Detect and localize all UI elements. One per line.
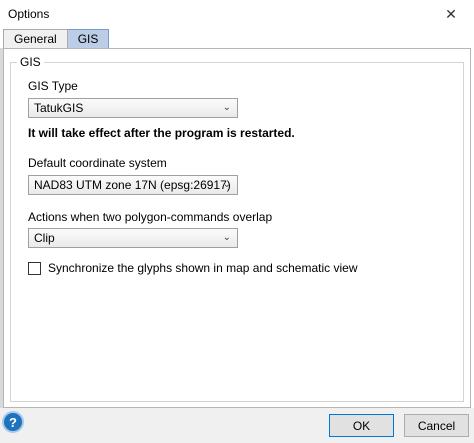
help-button[interactable]: ? — [2, 411, 24, 433]
groupbox-legend: GIS — [17, 55, 44, 69]
cancel-button[interactable]: Cancel — [404, 414, 469, 437]
sync-glyphs-checkbox[interactable] — [28, 261, 41, 275]
tab-strip: General GIS — [3, 29, 110, 49]
coordinate-system-select[interactable]: NAD83 UTM zone 17N (epsg:26917) ⌄ — [28, 175, 238, 195]
chevron-down-icon: ⌄ — [222, 232, 231, 243]
gis-type-select[interactable]: TatukGIS ⌄ — [28, 98, 238, 118]
overlap-action-select[interactable]: Clip ⌄ — [28, 228, 238, 248]
gis-groupbox: GIS GIS Type TatukGIS ⌄ It will take eff… — [10, 55, 464, 402]
tab-panel-gis: GIS GIS Type TatukGIS ⌄ It will take eff… — [3, 48, 471, 408]
overlap-action-label: Actions when two polygon-commands overla… — [28, 210, 273, 224]
restart-notice: It will take effect after the program is… — [28, 126, 295, 140]
close-icon: ✕ — [445, 5, 457, 22]
gis-type-value: TatukGIS — [34, 101, 84, 115]
gis-type-label: GIS Type — [28, 79, 78, 93]
sync-glyphs-label[interactable]: Synchronize the glyphs shown in map and … — [48, 261, 358, 275]
coordinate-system-value: NAD83 UTM zone 17N (epsg:26917) — [34, 178, 231, 192]
tab-general[interactable]: General — [3, 29, 68, 49]
dialog-footer — [0, 408, 474, 443]
close-button[interactable]: ✕ — [428, 0, 474, 28]
coordinate-system-label: Default coordinate system — [28, 156, 167, 170]
window-title: Options — [8, 7, 50, 21]
chevron-down-icon: ⌄ — [222, 179, 231, 190]
sync-glyphs-row: Synchronize the glyphs shown in map and … — [28, 261, 358, 275]
tab-gis[interactable]: GIS — [67, 29, 110, 49]
ok-button[interactable]: OK — [329, 414, 394, 437]
overlap-action-value: Clip — [34, 231, 55, 245]
chevron-down-icon: ⌄ — [222, 102, 231, 113]
title-bar: Options ✕ — [0, 0, 474, 28]
help-icon: ? — [9, 414, 17, 430]
